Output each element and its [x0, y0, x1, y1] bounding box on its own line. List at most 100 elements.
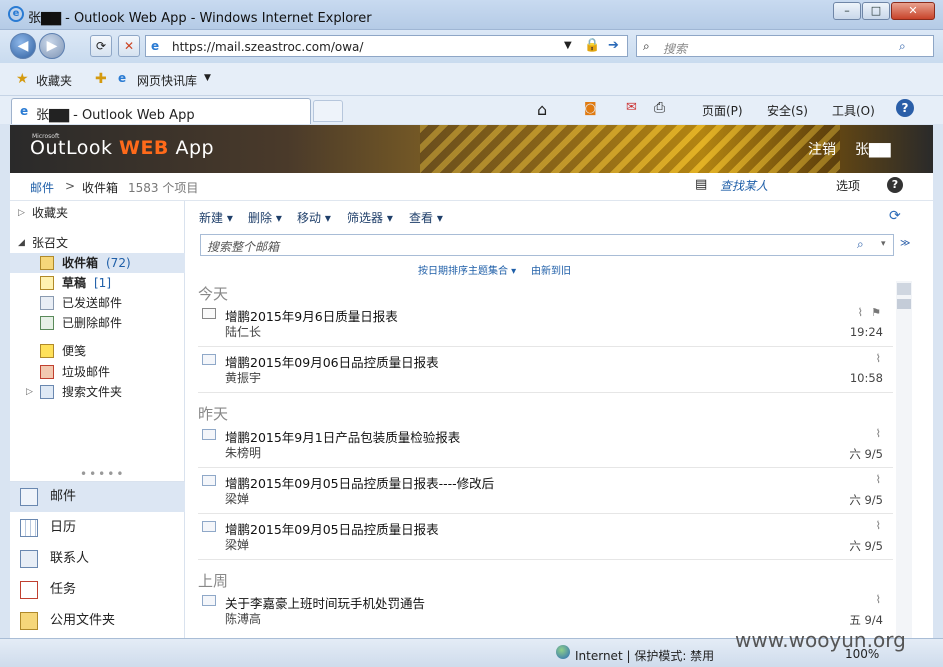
- message-row[interactable]: 增鹏2015年09月05日品控质量日报表 梁婵 ⌇ 六 9/5: [198, 514, 893, 560]
- find-people-link[interactable]: 查找某人: [720, 177, 768, 194]
- mail-list-pane: 新建 ▾ 删除 ▾ 移动 ▾ 筛选器 ▾ 查看 ▾ ⟳ 搜索整个邮箱 ⌕ ▾ ≫…: [186, 201, 933, 638]
- quicklinks-dropdown-icon[interactable]: ▼: [204, 73, 211, 83]
- security-zone[interactable]: Internet | 保护模式: 禁用: [575, 647, 714, 664]
- folder-search[interactable]: ▷ 搜索文件夹: [10, 382, 185, 402]
- owa-help-icon[interactable]: ?: [887, 177, 903, 193]
- breadcrumb-inbox: 收件箱: [82, 181, 119, 195]
- contacts-icon: [20, 550, 38, 568]
- mail-icon[interactable]: ✉: [626, 100, 637, 115]
- address-bar[interactable]: e https://mail.szeastroc.com/owa/ ▼ 🔒 ➔: [145, 35, 628, 57]
- folder-inbox-count: (72): [106, 256, 131, 270]
- folder-junk-label: 垃圾邮件: [62, 365, 111, 379]
- tree-favorites[interactable]: ▷ 收藏夹: [10, 203, 185, 223]
- expand-icon[interactable]: ▷: [18, 203, 25, 223]
- expand-icon[interactable]: ▷: [26, 382, 33, 402]
- new-button[interactable]: 新建 ▾: [199, 209, 233, 226]
- back-button[interactable]: ◀: [10, 33, 36, 59]
- new-tab-button[interactable]: [313, 100, 343, 122]
- address-book-icon: ▤: [695, 177, 708, 192]
- message-time: 六 9/5: [849, 493, 883, 507]
- close-window-button[interactable]: ✕: [891, 2, 935, 20]
- internet-zone-icon: [556, 645, 570, 659]
- message-subject: 增鹏2015年09月05日品控质量日报表: [225, 522, 439, 537]
- move-button[interactable]: 移动 ▾: [297, 209, 331, 226]
- minimize-button[interactable]: –: [833, 2, 861, 20]
- breadcrumb-mail[interactable]: 邮件: [30, 179, 54, 196]
- print-icon[interactable]: ⎙: [654, 100, 665, 116]
- envelope-icon: [202, 354, 216, 365]
- message-time: 六 9/5: [849, 447, 883, 461]
- message-row[interactable]: 增鹏2015年9月6日质量日报表 陆仁长 ⌇ ⚑ 19:24: [198, 301, 893, 347]
- refresh-icon[interactable]: ⟳: [889, 208, 901, 224]
- mail-list-scrollbar[interactable]: [896, 281, 912, 638]
- forward-button[interactable]: ▶: [39, 33, 65, 59]
- nav-contacts-label: 联系人: [50, 551, 90, 566]
- nav-calendar[interactable]: 日历: [10, 513, 185, 543]
- safety-menu[interactable]: 安全(S): [767, 102, 808, 119]
- folder-junk[interactable]: 垃圾邮件: [10, 362, 185, 382]
- address-dropdown-icon[interactable]: ▼: [564, 40, 572, 51]
- tab-owa[interactable]: e 张▇▇ - Outlook Web App: [11, 98, 311, 124]
- search-icon[interactable]: ⌕: [899, 39, 906, 54]
- window-title: 张▇▇ - Outlook Web App - Windows Internet…: [28, 11, 372, 26]
- lock-icon[interactable]: 🔒: [584, 38, 600, 53]
- watermark: www.wooyun.org: [735, 628, 906, 652]
- tools-menu[interactable]: 工具(O): [832, 102, 875, 119]
- search-icon[interactable]: ⌕: [857, 237, 864, 252]
- search-dropdown-icon[interactable]: ▾: [881, 239, 886, 249]
- nav-public-folders-label: 公用文件夹: [50, 613, 116, 628]
- favorites-button[interactable]: 收藏夹: [36, 72, 72, 89]
- folder-deleted-label: 已删除邮件: [62, 316, 123, 330]
- rss-icon[interactable]: ◙: [584, 101, 597, 116]
- delete-button[interactable]: 删除 ▾: [248, 209, 282, 226]
- folder-inbox[interactable]: 收件箱 (72): [10, 253, 185, 273]
- collapse-icon[interactable]: ◢: [18, 233, 25, 253]
- nav-tasks[interactable]: 任务: [10, 575, 185, 605]
- message-row[interactable]: 增鹏2015年09月05日品控质量日报表----修改后 梁婵 ⌇ 六 9/5: [198, 468, 893, 514]
- folder-sent[interactable]: 已发送邮件: [10, 293, 185, 313]
- flag-icon[interactable]: ⚑: [871, 306, 881, 319]
- breadcrumb-separator: >: [65, 179, 76, 193]
- attachment-icon: ⌇: [875, 473, 881, 486]
- attachment-icon: ⌇: [875, 519, 881, 532]
- scroll-up-arrow[interactable]: [897, 283, 911, 295]
- message-time: 19:24: [849, 325, 883, 339]
- message-sender: 梁婵: [225, 538, 250, 552]
- folder-deleted[interactable]: 已删除邮件: [10, 313, 185, 333]
- window-titlebar: e 张▇▇ - Outlook Web App - Windows Intern…: [0, 0, 943, 30]
- nav-mail[interactable]: 邮件: [10, 482, 185, 512]
- refresh-button[interactable]: ⟳: [90, 35, 112, 57]
- view-button[interactable]: 查看 ▾: [409, 209, 443, 226]
- options-menu[interactable]: 选项: [836, 177, 860, 194]
- pane-resize-handle[interactable]: •••••: [80, 467, 125, 481]
- folder-notes[interactable]: 便笺: [10, 341, 185, 361]
- help-icon[interactable]: ?: [896, 99, 914, 117]
- sort-by[interactable]: 按日期排序主题集合 ▾: [418, 262, 516, 277]
- sort-order[interactable]: 由新到旧: [531, 262, 571, 277]
- mailbox-search-placeholder: 搜索整个邮箱: [207, 240, 280, 254]
- message-time: 六 9/5: [849, 539, 883, 553]
- nav-public-folders[interactable]: 公用文件夹: [10, 606, 185, 636]
- message-row[interactable]: 增鹏2015年9月1日产品包装质量检验报表 朱榜明 ⌇ 六 9/5: [198, 422, 893, 468]
- page-menu[interactable]: 页面(P): [702, 102, 743, 119]
- sent-icon: [40, 296, 54, 310]
- home-icon[interactable]: ⌂: [537, 100, 547, 119]
- mailbox-search-input[interactable]: 搜索整个邮箱 ⌕ ▾: [200, 234, 894, 256]
- unread-envelope-icon: [202, 308, 216, 319]
- maximize-button[interactable]: □: [862, 2, 890, 20]
- tree-account[interactable]: ◢ 张召文: [10, 233, 185, 253]
- nav-contacts[interactable]: 联系人: [10, 544, 185, 574]
- scroll-thumb[interactable]: [897, 299, 911, 309]
- stop-button[interactable]: ✕: [118, 35, 140, 57]
- quicklinks-button[interactable]: 网页快讯库: [137, 72, 197, 89]
- filter-button[interactable]: 筛选器 ▾: [347, 209, 393, 226]
- folder-drafts[interactable]: 草稿 [1]: [10, 273, 185, 293]
- add-favorite-icon[interactable]: ✚: [95, 71, 107, 87]
- signout-link[interactable]: 注销: [808, 139, 836, 159]
- message-row[interactable]: 增鹏2015年09月06日品控质量日报表 黄振宇 ⌇ 10:58: [198, 347, 893, 393]
- go-icon[interactable]: ➔: [608, 38, 619, 53]
- user-name[interactable]: 张▇▇: [855, 139, 891, 159]
- attachment-icon: ⌇: [857, 306, 863, 319]
- expand-search-icon[interactable]: ≫: [900, 238, 910, 249]
- browser-search-box[interactable]: ⌕ 搜索 ⌕: [636, 35, 934, 57]
